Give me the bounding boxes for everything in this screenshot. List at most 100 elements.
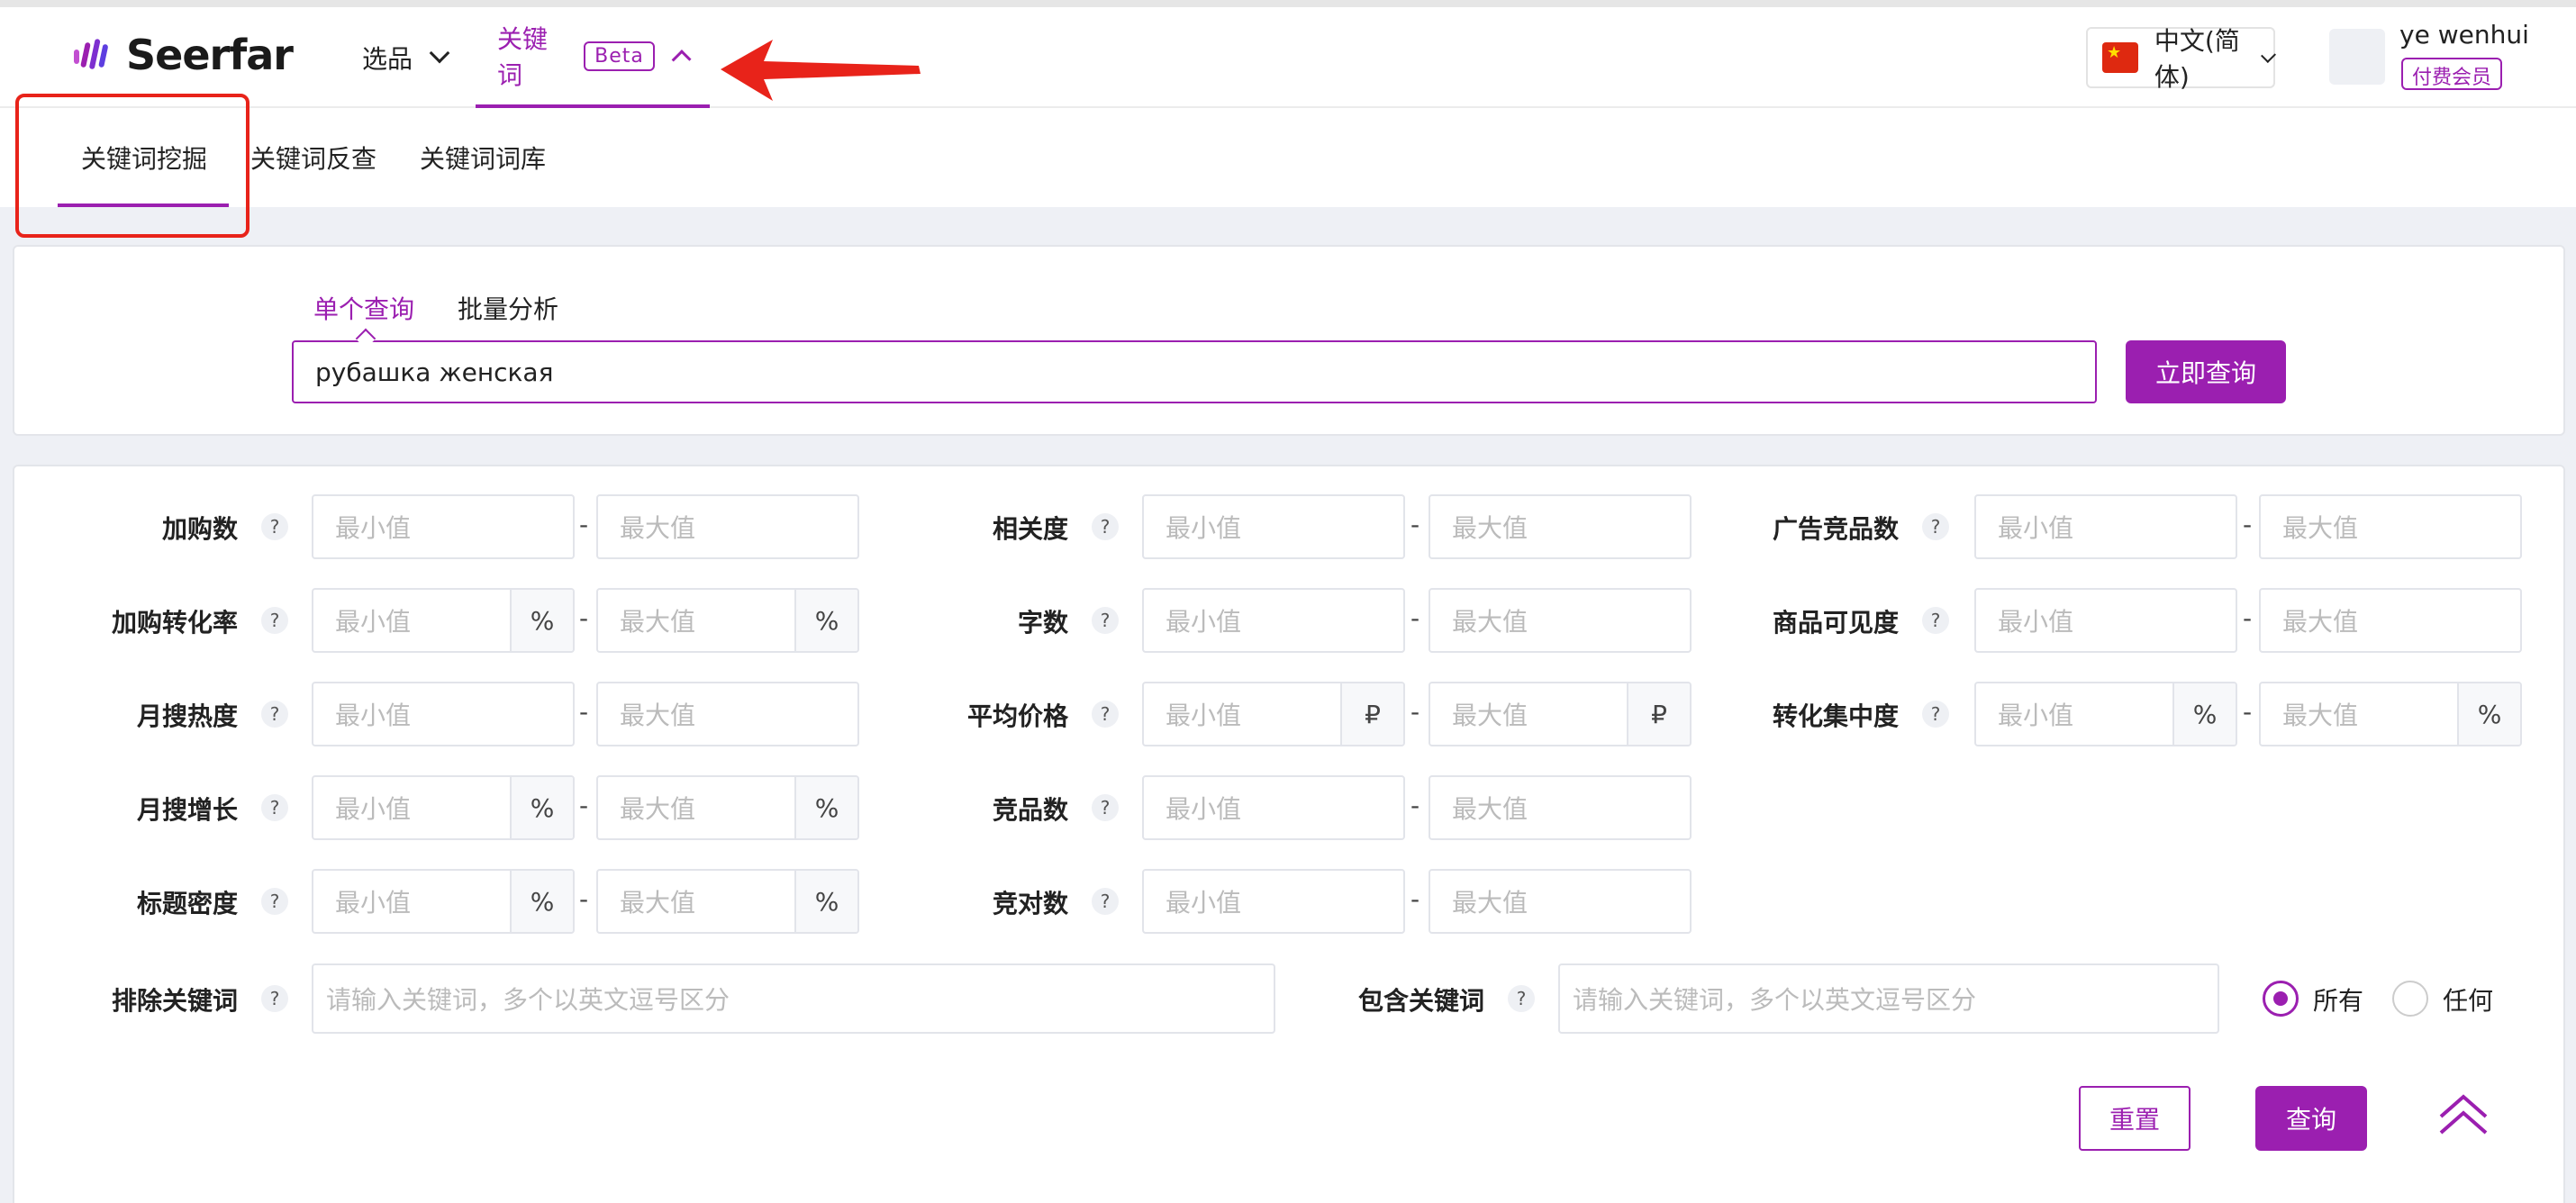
filter-label: 月搜热度 [136,701,238,731]
min-input[interactable]: 最小值% [312,775,575,840]
help-icon[interactable]: ? [261,794,288,821]
help-icon[interactable]: ? [261,888,288,915]
range-dash: - [1410,697,1420,727]
filter-label: 加购数 [161,514,238,544]
min-input[interactable]: 最小值 [312,494,575,559]
help-icon[interactable]: ? [1922,607,1949,634]
brand-logo[interactable]: Seerfar [72,31,294,79]
min-input[interactable]: 最小值% [312,588,575,653]
max-input[interactable]: 最大值% [596,869,859,934]
filter-label: 平均价格 [966,701,1068,731]
help-icon[interactable]: ? [1922,701,1949,728]
nav-item-product-selection[interactable]: 选品 [362,7,450,108]
avatar[interactable] [2329,29,2385,85]
nav-item-keywords[interactable]: 关键词 Beta [476,7,710,108]
filter-label: 竞品数 [992,795,1068,825]
tab-batch-analysis[interactable]: 批量分析 [458,290,558,326]
help-icon[interactable]: ? [1092,513,1119,540]
filter-label: 字数 [1017,608,1068,638]
window-top-strip [0,0,2576,7]
min-input[interactable]: 最小值 [1142,869,1405,934]
max-input[interactable]: 最大值 [2259,494,2522,559]
min-input[interactable]: 最小值 [1974,588,2237,653]
reset-button[interactable]: 重置 [2079,1086,2191,1151]
max-input[interactable]: 最大值 [1429,869,1692,934]
subtab-keyword-library[interactable]: 关键词词库 [420,108,546,207]
min-input[interactable]: 最小值 [312,682,575,746]
help-icon[interactable]: ? [1922,513,1949,540]
max-input[interactable]: 最大值 [2259,588,2522,653]
help-icon[interactable]: ? [1092,794,1119,821]
language-label: 中文(简体) [2154,26,2240,92]
search-input-value: рубашка женская [315,357,554,387]
help-icon[interactable]: ? [261,701,288,728]
sub-nav-bar [0,108,2576,207]
max-input[interactable]: 最大值 [1429,775,1692,840]
max-input[interactable]: 最大值% [596,588,859,653]
keyword-search-input[interactable]: рубашка женская [292,340,2097,403]
max-input[interactable]: 最大值% [2259,682,2522,746]
match-any-radio[interactable] [2392,981,2428,1017]
min-input[interactable]: 最小值% [1974,682,2237,746]
help-icon[interactable]: ? [1092,607,1119,634]
max-input[interactable]: 最大值 [596,682,859,746]
percent-suffix: % [2457,683,2520,745]
include-keywords-input[interactable]: 请输入关键词，多个以英文逗号区分 [1558,963,2219,1034]
max-input[interactable]: 最大值% [596,775,859,840]
beta-badge: Beta [584,41,655,71]
search-now-button[interactable]: 立即查询 [2126,340,2286,403]
china-flag-icon [2102,42,2138,73]
min-input[interactable]: 最小值 ₽ [1142,682,1405,746]
ruble-suffix: ₽ [1340,683,1403,745]
min-input[interactable]: 最小值 [1142,775,1405,840]
include-keywords-label: 包含关键词 [1357,986,1484,1016]
percent-suffix: % [510,777,573,838]
help-icon[interactable]: ? [1092,701,1119,728]
percent-suffix: % [794,871,857,932]
min-input[interactable]: 最小值 [1142,494,1405,559]
brand-name: Seerfar [126,31,294,79]
range-dash: - [579,510,589,539]
match-all-radio[interactable] [2263,981,2299,1017]
query-button[interactable]: 查询 [2255,1086,2367,1151]
ruble-suffix: ₽ [1627,683,1690,745]
range-dash: - [579,791,589,820]
exclude-keywords-input[interactable]: 请输入关键词，多个以英文逗号区分 [312,963,1275,1034]
help-icon[interactable]: ? [1092,888,1119,915]
filter-label: 月搜增长 [136,795,238,825]
chevron-down-icon [2260,47,2276,63]
member-badge: 付费会员 [2401,58,2503,90]
match-any-label: 任何 [2443,986,2494,1016]
help-icon[interactable]: ? [261,985,288,1012]
range-dash: - [1410,791,1420,820]
percent-suffix: % [2172,683,2236,745]
range-dash: - [579,603,589,633]
percent-suffix: % [794,590,857,651]
red-arrow-annotation [721,40,921,101]
help-icon[interactable]: ? [1508,985,1535,1012]
max-input[interactable]: 最大值 [1429,588,1692,653]
min-input[interactable]: 最小值 [1142,588,1405,653]
min-input[interactable]: 最小值% [312,869,575,934]
filter-label: 加购转化率 [111,608,238,638]
chevron-up-icon [671,50,692,69]
chevron-down-icon [429,42,450,64]
range-dash: - [2243,603,2253,633]
tab-single-query[interactable]: 单个查询 [313,290,414,326]
collapse-up-icon[interactable] [2437,1091,2490,1138]
filter-label: 竞对数 [992,889,1068,918]
red-highlight-annotation [15,94,249,238]
max-input[interactable]: 最大值 [596,494,859,559]
subtab-keyword-reverse[interactable]: 关键词反查 [250,108,376,207]
help-icon[interactable]: ? [261,607,288,634]
filter-label: 商品可见度 [1772,608,1899,638]
user-name[interactable]: ye wenhui [2399,20,2529,50]
range-dash: - [2243,697,2253,727]
max-input[interactable]: 最大值 [1429,494,1692,559]
help-icon[interactable]: ? [261,513,288,540]
max-input[interactable]: 最大值 ₽ [1429,682,1692,746]
range-dash: - [1410,603,1420,633]
language-selector[interactable]: 中文(简体) [2086,26,2276,92]
min-input[interactable]: 最小值 [1974,494,2237,559]
percent-suffix: % [510,871,573,932]
